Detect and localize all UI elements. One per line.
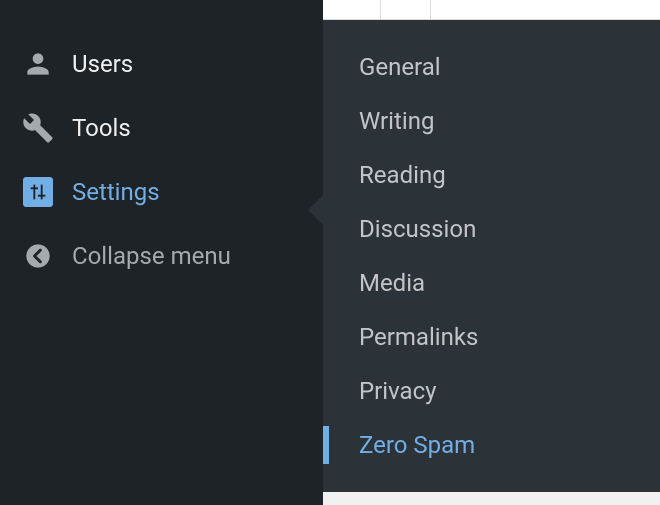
tools-icon [20, 110, 56, 146]
collapse-icon [20, 238, 56, 274]
flyout-item-label: General [359, 53, 441, 81]
flyout-item-zero-spam[interactable]: Zero Spam [323, 418, 660, 472]
flyout-arrow [308, 195, 323, 225]
flyout-item-label: Reading [359, 161, 446, 189]
flyout-item-label: Privacy [359, 377, 437, 405]
flyout-item-reading[interactable]: Reading [323, 148, 660, 202]
flyout-item-label: Writing [359, 107, 434, 135]
users-icon [20, 46, 56, 82]
sidebar-item-collapse[interactable]: Collapse menu [0, 224, 323, 288]
sidebar-item-label: Users [72, 50, 133, 78]
flyout-item-label: Permalinks [359, 323, 478, 351]
settings-flyout: General Writing Reading Discussion Media… [323, 20, 660, 492]
sidebar-item-users[interactable]: Users [0, 32, 323, 96]
flyout-item-discussion[interactable]: Discussion [323, 202, 660, 256]
sidebar-item-label: Settings [72, 178, 160, 206]
sidebar-item-tools[interactable]: Tools [0, 96, 323, 160]
flyout-item-privacy[interactable]: Privacy [323, 364, 660, 418]
flyout-item-media[interactable]: Media [323, 256, 660, 310]
sidebar-item-label: Tools [72, 114, 131, 142]
settings-icon [20, 174, 56, 210]
flyout-item-writing[interactable]: Writing [323, 94, 660, 148]
sidebar-item-label: Collapse menu [72, 242, 231, 270]
sidebar-item-settings[interactable]: Settings [0, 160, 323, 224]
flyout-item-label: Discussion [359, 215, 476, 243]
content-area-strip [323, 0, 660, 20]
flyout-item-label: Media [359, 269, 425, 297]
flyout-item-permalinks[interactable]: Permalinks [323, 310, 660, 364]
admin-sidebar: Users Tools Settings Collapse menu [0, 0, 323, 505]
flyout-item-label: Zero Spam [359, 431, 475, 459]
grid-line [380, 0, 381, 20]
flyout-item-general[interactable]: General [323, 40, 660, 94]
grid-line [430, 0, 431, 20]
